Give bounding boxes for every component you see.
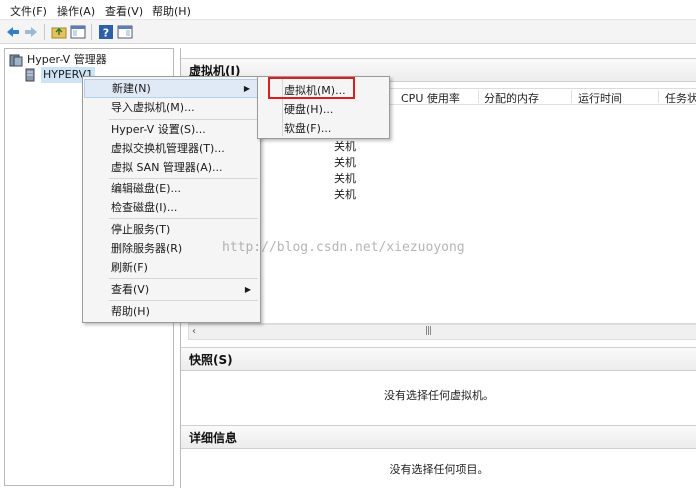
menu-item-vsan-manager[interactable]: 虚拟 SAN 管理器(A)... <box>84 158 259 177</box>
menu-item-stop-service[interactable]: 停止服务(T) <box>84 220 259 239</box>
column-separator <box>478 90 479 103</box>
menu-item-hyperv-settings[interactable]: Hyper-V 设置(S)... <box>84 120 259 139</box>
submenu-arrow-icon: ▶ <box>243 84 250 93</box>
vm-state-cell: 关机 <box>334 172 356 185</box>
column-separator <box>658 90 659 103</box>
scroll-left-icon[interactable]: ‹ <box>192 326 196 337</box>
back-arrow-icon[interactable] <box>5 24 21 40</box>
help-icon[interactable]: ? <box>98 24 114 40</box>
menu-item-inspect-disk[interactable]: 检查磁盘(I)... <box>84 198 259 217</box>
tree-root-label: Hyper-V 管理器 <box>27 53 107 66</box>
menu-item-new[interactable]: 新建(N) ▶ <box>84 79 259 98</box>
menu-item-import-vm[interactable]: 导入虚拟机(M)... <box>84 98 259 117</box>
menu-item-vswitch-manager[interactable]: 虚拟交换机管理器(T)... <box>84 139 259 158</box>
column-cpu-usage[interactable]: CPU 使用率 <box>401 90 460 106</box>
submenu-item-hard-disk[interactable]: 硬盘(H)... <box>284 101 333 117</box>
column-assigned-memory[interactable]: 分配的内存 <box>484 90 539 106</box>
menu-item-refresh[interactable]: 刷新(F) <box>84 258 259 277</box>
snapshot-section-header: 快照(S) <box>181 347 696 371</box>
submenu-arrow-icon: ▶ <box>244 285 251 294</box>
toolbar-separator <box>91 24 92 40</box>
menu-bar: 文件(F) 操作(A) 查看(V) 帮助(H) <box>0 0 696 20</box>
menu-file[interactable]: 文件(F) <box>8 3 49 19</box>
menu-item-edit-disk[interactable]: 编辑磁盘(E)... <box>84 179 259 198</box>
menu-view[interactable]: 查看(V) <box>103 3 145 19</box>
menu-separator <box>109 300 258 301</box>
toolbar-separator <box>44 24 45 40</box>
up-folder-icon[interactable] <box>51 24 67 40</box>
hyperv-manager-icon <box>9 53 23 67</box>
vm-state-cell: 关机 <box>334 140 356 153</box>
menu-separator <box>109 278 258 279</box>
menu-item-new-label: 新建(N) <box>112 82 151 95</box>
details-empty-text: 没有选择任何项目。 <box>389 463 489 476</box>
submenu-item-floppy[interactable]: 软盘(F)... <box>284 120 331 136</box>
action-pane-icon[interactable] <box>117 24 133 40</box>
menu-action[interactable]: 操作(A) <box>55 3 97 19</box>
toolbar: ? <box>0 20 696 44</box>
forward-arrow-icon[interactable] <box>23 24 39 40</box>
highlight-annotation-box <box>268 77 355 99</box>
svg-text:?: ? <box>103 27 109 40</box>
context-menu: 新建(N) ▶ 导入虚拟机(M)... Hyper-V 设置(S)... 虚拟交… <box>82 76 261 323</box>
menu-help[interactable]: 帮助(H) <box>150 3 193 19</box>
vm-state-cell: 关机 <box>334 188 356 201</box>
details-section-header: 详细信息 <box>181 425 696 449</box>
column-uptime[interactable]: 运行时间 <box>578 90 622 106</box>
menu-item-view-label: 查看(V) <box>111 283 150 296</box>
menu-item-view[interactable]: 查看(V) ▶ <box>84 280 259 299</box>
horizontal-scrollbar[interactable]: ‹ ||| <box>188 324 696 340</box>
scroll-grip-icon[interactable]: ||| <box>425 326 432 336</box>
column-separator <box>571 90 572 103</box>
server-icon <box>23 68 37 82</box>
vm-state-cell: 关机 <box>334 156 356 169</box>
watermark-text: http://blog.csdn.net/xiezuoyong <box>222 240 465 255</box>
column-task-status[interactable]: 任务状 <box>665 90 696 106</box>
menu-item-help[interactable]: 帮助(H) <box>84 302 259 321</box>
snapshot-empty-text: 没有选择任何虚拟机。 <box>384 389 494 402</box>
menu-separator <box>109 218 258 219</box>
show-hide-tree-icon[interactable] <box>70 24 86 40</box>
